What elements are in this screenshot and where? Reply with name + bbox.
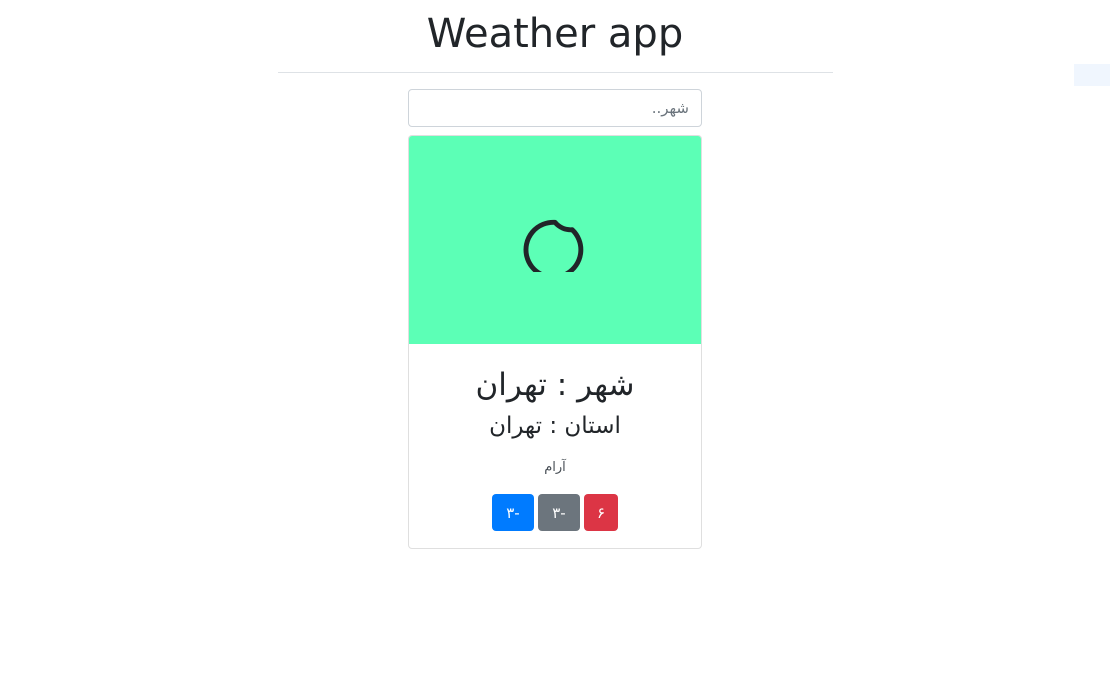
side-tab[interactable]: [1074, 64, 1110, 86]
weather-description: آرام: [544, 460, 566, 475]
min-temp-button[interactable]: ۳-: [492, 494, 534, 531]
current-temp-button[interactable]: ۳-: [538, 494, 580, 531]
province-name: استان : تهران: [489, 413, 621, 439]
max-temp-button[interactable]: ۶: [584, 494, 618, 531]
weather-image: [409, 136, 701, 344]
city-name: شهر : تهران: [475, 367, 635, 403]
card-body: شهر : تهران استان : تهران آرام ۳- ۳- ۶: [409, 344, 701, 531]
header-divider: [278, 72, 833, 73]
moon-icon: [523, 219, 584, 272]
city-search-input[interactable]: [408, 89, 702, 127]
temperature-buttons: ۳- ۳- ۶: [409, 494, 701, 531]
app-title: Weather app: [426, 11, 684, 57]
page: Weather app شهر : تهران استان : تهران آر…: [0, 0, 1110, 694]
weather-card: شهر : تهران استان : تهران آرام ۳- ۳- ۶: [408, 135, 702, 549]
